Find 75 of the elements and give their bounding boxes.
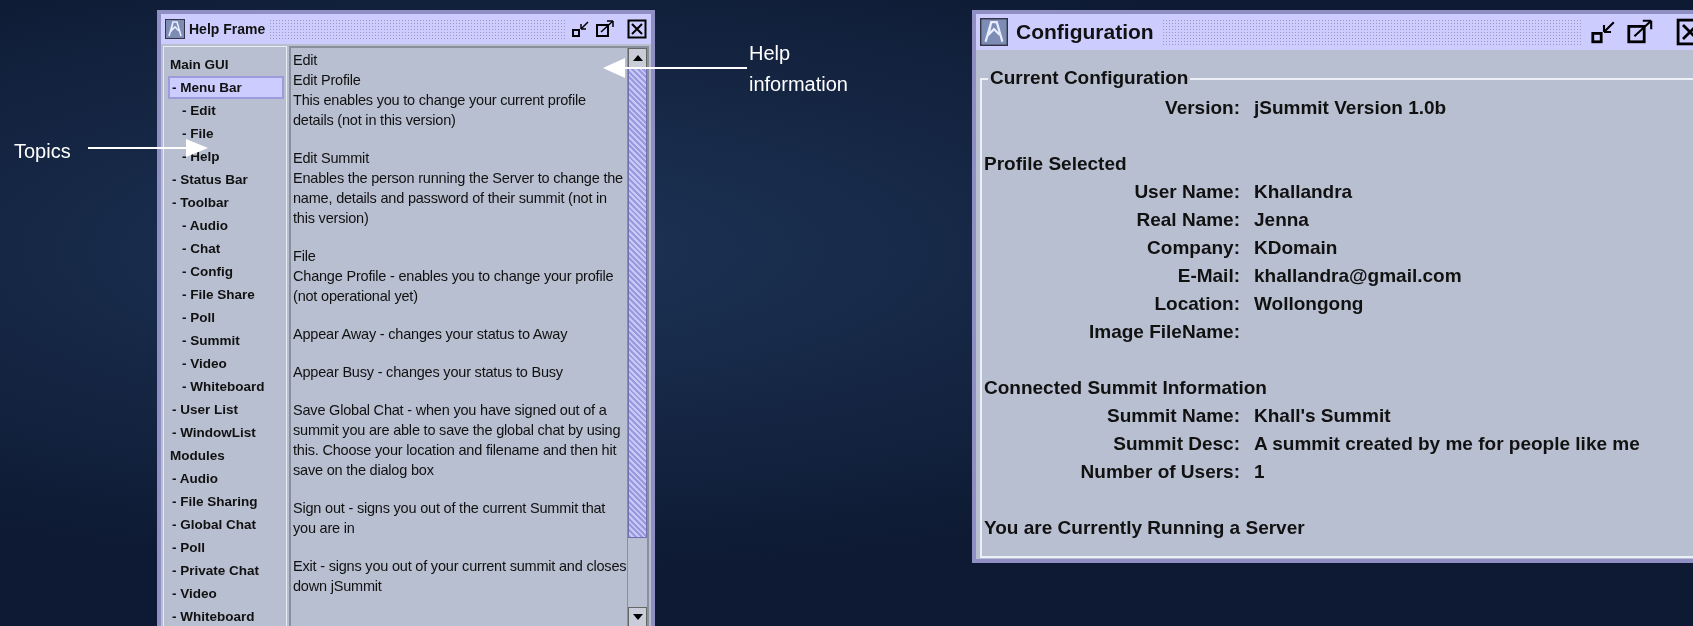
tree-item[interactable]: - Video (168, 582, 284, 605)
field-label: Real Name: (1135, 208, 1240, 232)
help-text: Sign out - signs you out of the current Summit that you are in (293, 499, 607, 538)
scrollbar[interactable] (627, 48, 647, 626)
tree-item[interactable]: - Poll (168, 536, 284, 559)
field-value: jSummit Version 1.0b (1254, 96, 1447, 120)
field-label: Summit Desc: (1112, 432, 1240, 456)
help-text: Appear Away - changes your status to Away (293, 325, 569, 344)
tree-item[interactable]: - Audio (168, 467, 284, 490)
field-label: Location: (1153, 292, 1240, 316)
field-label: Summit Name: (1105, 404, 1240, 428)
tree-item[interactable]: - Audio (168, 214, 284, 237)
scroll-up-button[interactable] (628, 48, 647, 68)
field-value: Wollongong (1254, 292, 1364, 316)
tree-item[interactable]: - Poll (168, 306, 284, 329)
down-arrow-icon (632, 614, 643, 620)
tree-item[interactable]: - File Share (168, 283, 284, 306)
tree-item[interactable]: - Private Chat (168, 559, 284, 582)
field-label: Version: (1164, 96, 1240, 120)
scroll-thumb[interactable] (628, 68, 647, 538)
tree-item[interactable]: - Toolbar (168, 191, 284, 214)
tree-item[interactable]: - Global Chat (168, 513, 284, 536)
tree-item[interactable]: Modules (168, 444, 284, 467)
tree-item[interactable]: - Video (168, 352, 284, 375)
tree-item[interactable]: - Whiteboard (168, 605, 284, 626)
help-text: Edit (293, 51, 319, 70)
tree-item[interactable]: - Summit (168, 329, 284, 352)
tree-item[interactable]: - File Sharing (168, 490, 284, 513)
help-text: Exit - signs you out of your current summit and closes down jSummit (293, 557, 627, 596)
field-label: E-Mail: (1176, 264, 1240, 288)
annotation-label: Topics (14, 139, 71, 164)
help-text: Save Global Chat - when you have signed out of a summit you are able to save the global chat by using this. Choose your location and filename and then hit save on the dialog box (293, 401, 622, 480)
window-title: Help Frame (189, 19, 266, 39)
tree-item[interactable]: - Status Bar (168, 168, 284, 191)
tree-item[interactable]: - WindowList (168, 421, 284, 444)
field-value: Jenna (1254, 208, 1309, 232)
app-icon (980, 18, 1008, 46)
field-value: Khall's Summit (1254, 404, 1391, 428)
app-icon (165, 19, 185, 39)
field-label: Image FileName: (1088, 320, 1240, 344)
tree-item[interactable]: - Edit (168, 99, 284, 122)
field-value: Khallandra (1254, 180, 1353, 204)
help-text: Appear Busy - changes your status to Busy (293, 363, 564, 382)
field-label: User Name: (1133, 180, 1240, 204)
section-heading: Connected Summit Information (984, 376, 1268, 400)
window-title: Configuration (1016, 19, 1154, 46)
help-text: This enables you to change your current profile details (not in this version) (293, 91, 587, 130)
maximize-icon[interactable] (595, 19, 615, 39)
help-text: Edit Summit (293, 149, 370, 168)
minimize-icon[interactable] (571, 19, 591, 39)
maximize-icon[interactable] (1626, 18, 1654, 46)
section-heading: Profile Selected (984, 152, 1128, 176)
close-icon[interactable] (627, 19, 647, 39)
annotation-label: Help information (749, 41, 849, 97)
up-arrow-icon (632, 55, 643, 61)
scroll-down-button[interactable] (628, 607, 647, 626)
status-text: You are Currently Running a Server (984, 516, 1306, 540)
field-value: khallandra@gmail.com (1254, 264, 1462, 288)
tree-item[interactable]: Main GUI (168, 53, 284, 76)
tree-item[interactable]: - Chat (168, 237, 284, 260)
help-text: Enables the person running the Server to change the name, details and password of their summit (not in this version) (293, 169, 624, 228)
tree-item[interactable]: - User List (168, 398, 284, 421)
field-value: A summit created by me for people like me (1254, 432, 1640, 456)
help-text: Edit Profile (293, 71, 362, 90)
tree-item[interactable]: - Help (168, 145, 284, 168)
field-label: Company: (1146, 236, 1240, 260)
tree-item[interactable]: - Config (168, 260, 284, 283)
tree-item[interactable]: - Whiteboard (168, 375, 284, 398)
tree-item[interactable]: - File (168, 122, 284, 145)
tree-item[interactable]: - Menu Bar (168, 76, 284, 99)
field-value: 1 (1254, 460, 1265, 484)
help-text: File (293, 247, 317, 266)
field-label: Number of Users: (1079, 460, 1240, 484)
field-value: KDomain (1254, 236, 1338, 260)
help-text: Change Profile - enables you to change your profile (not operational yet) (293, 267, 615, 306)
